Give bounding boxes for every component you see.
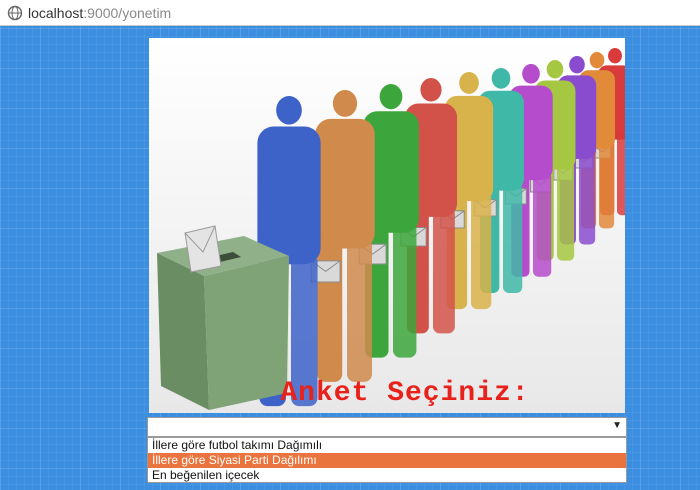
globe-icon xyxy=(7,5,23,21)
banner-title: Anket Seçiniz: xyxy=(280,378,530,409)
survey-option-beverage[interactable]: En beğenilen içecek xyxy=(148,468,626,483)
url-text: localhost:9000/yonetim xyxy=(28,5,171,21)
survey-banner-image: Anket Seçiniz: xyxy=(149,38,625,413)
survey-options-list[interactable]: İllere göre futbol takımı Dağımılı İller… xyxy=(147,437,627,483)
voting-line-illustration xyxy=(149,38,625,413)
survey-option-football[interactable]: İllere göre futbol takımı Dağımılı xyxy=(148,438,626,453)
url-host: localhost xyxy=(28,4,84,21)
survey-select[interactable]: ▼ xyxy=(147,417,627,437)
dropdown-arrow-icon[interactable]: ▼ xyxy=(612,420,622,431)
address-bar[interactable]: localhost:9000/yonetim xyxy=(0,0,700,26)
url-path: :9000/yonetim xyxy=(83,4,172,21)
survey-option-political-party[interactable]: İllere göre Siyasi Parti Dağılımı xyxy=(148,453,626,468)
